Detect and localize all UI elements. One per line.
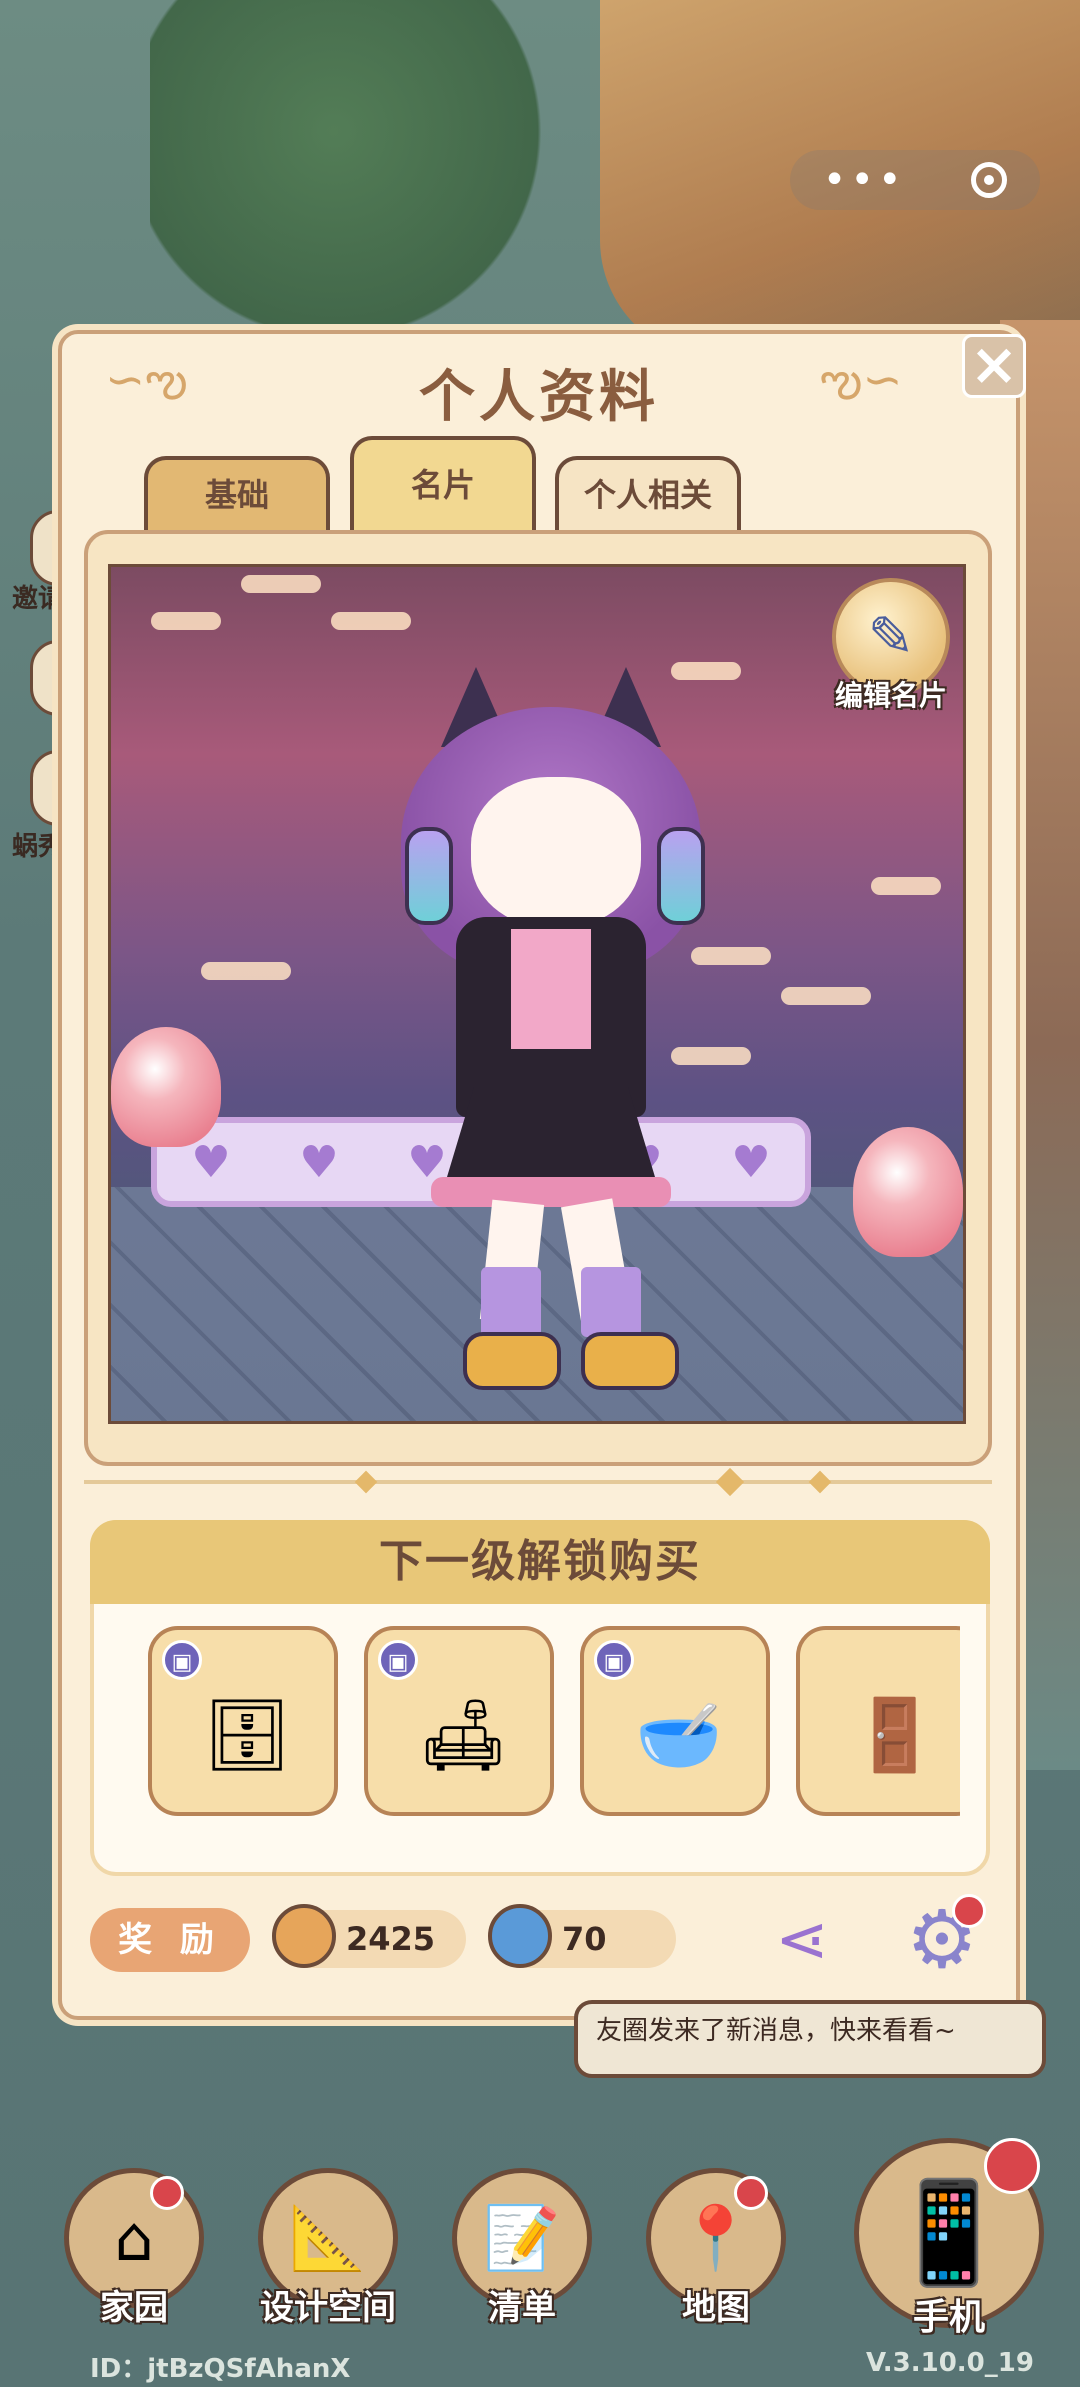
furniture-badge-icon: ▣ (162, 1640, 202, 1680)
version-label: V.3.10.0_19 (866, 2348, 1034, 2378)
gem-value: 70 (562, 1920, 607, 1958)
nav-checklist[interactable]: 📝 清单 (452, 2168, 592, 2328)
unlock-item-armchair[interactable]: ▣ 🛋 (364, 1626, 554, 1816)
stove-icon: 🗄 (202, 1693, 292, 1776)
furniture-badge-icon: ▣ (378, 1640, 418, 1680)
mini-program-capsule: ••• (790, 150, 1040, 210)
tab-business-card[interactable]: 名片 (350, 436, 536, 532)
stage-light (151, 612, 221, 630)
snail-label: 蜗秀 (12, 832, 65, 862)
settings-badge (952, 1894, 986, 1928)
stage-light (871, 877, 941, 895)
panel-title: 个人资料 (419, 365, 659, 430)
avatar-shoe-right (581, 1332, 679, 1390)
armchair-icon: 🛋 (418, 1693, 508, 1776)
stand-mixer-icon: 🥣 (635, 1693, 723, 1776)
pixel-heart-icon: ♥ (191, 1136, 231, 1188)
unlock-item-stove[interactable]: ▣ 🗄 (148, 1626, 338, 1816)
more-dots-icon[interactable]: ••• (823, 160, 906, 200)
nav-map-label: 地图 (682, 2288, 750, 2328)
coin-balance: 2425 (272, 1904, 466, 1968)
nav-checklist-label: 清单 (488, 2288, 556, 2328)
nav-phone-label: 手机 (912, 2297, 985, 2338)
tab-personal[interactable]: 个人相关 (555, 456, 741, 532)
edit-card-label: 编辑名片 (834, 679, 947, 712)
shelf-icon: 🚪 (851, 1693, 939, 1776)
notice-text: 友圈发来了新消息，快来看看~ (596, 2016, 956, 2046)
avatar-skirt-frill (431, 1177, 671, 1207)
avatar-shirt (511, 929, 591, 1049)
stage-light (781, 987, 871, 1005)
nav-phone-badge (984, 2138, 1040, 2194)
nav-phone[interactable]: 📱 手机 (854, 2138, 1044, 2338)
stage-light (331, 612, 411, 630)
avatar-sock-left (481, 1267, 541, 1337)
target-icon[interactable] (971, 162, 1008, 198)
background-plant (150, 0, 610, 330)
user-id: ID：jtBzQSfAhanX (90, 2354, 351, 2384)
heart-balloon-left (111, 1027, 221, 1147)
unlock-title: 下一级解锁购买 (90, 1520, 990, 1604)
nav-map-badge (734, 2176, 768, 2210)
nav-design-space[interactable]: 📐 设计空间 (258, 2168, 398, 2328)
section-divider (84, 1480, 992, 1484)
heart-balloon-right (853, 1127, 963, 1257)
avatar-face (471, 777, 641, 927)
share-icon[interactable]: ⋖ (766, 1904, 838, 1976)
nav-design-label: 设计空间 (260, 2288, 396, 2328)
nav-map[interactable]: 📍 地图 (646, 2168, 786, 2328)
furniture-badge-icon: ▣ (594, 1640, 634, 1680)
nav-home-badge (150, 2176, 184, 2210)
invite-label: 邀请 (12, 584, 65, 614)
coin-icon (272, 1904, 336, 1968)
coin-value: 2425 (346, 1920, 436, 1958)
unlock-items-list: ▣ 🗄 ▣ 🛋 ▣ 🥣 🚪 (140, 1622, 960, 1822)
avatar-sock-right (581, 1267, 641, 1337)
headphone-right (657, 827, 705, 925)
stage-light (241, 575, 321, 593)
pixel-heart-icon: ♥ (731, 1136, 771, 1188)
nav-home-label: 家园 (100, 2288, 168, 2328)
gem-balance: 70 (488, 1904, 676, 1968)
unlock-item-mixer[interactable]: ▣ 🥣 (580, 1626, 770, 1816)
pixel-heart-icon: ♥ (299, 1136, 339, 1188)
unlock-item-shelf[interactable]: 🚪 (796, 1626, 960, 1816)
nav-home[interactable]: ⌂ 家园 (64, 2168, 204, 2328)
stage-light (691, 947, 771, 965)
tab-basic[interactable]: 基础 (144, 456, 330, 532)
edit-card-button[interactable]: ✎ 编辑名片 (826, 578, 956, 718)
avatar-shoe-left (463, 1332, 561, 1390)
close-icon[interactable]: × (962, 334, 1026, 398)
reward-button[interactable]: 奖 励 (90, 1908, 250, 1972)
headphone-left (405, 827, 453, 925)
friends-notice-bubble[interactable]: 友圈发来了新消息，快来看看~ (574, 2000, 1046, 2078)
stage-light (201, 962, 291, 980)
swirl-gem-icon (488, 1904, 552, 1968)
player-avatar (401, 667, 705, 1390)
